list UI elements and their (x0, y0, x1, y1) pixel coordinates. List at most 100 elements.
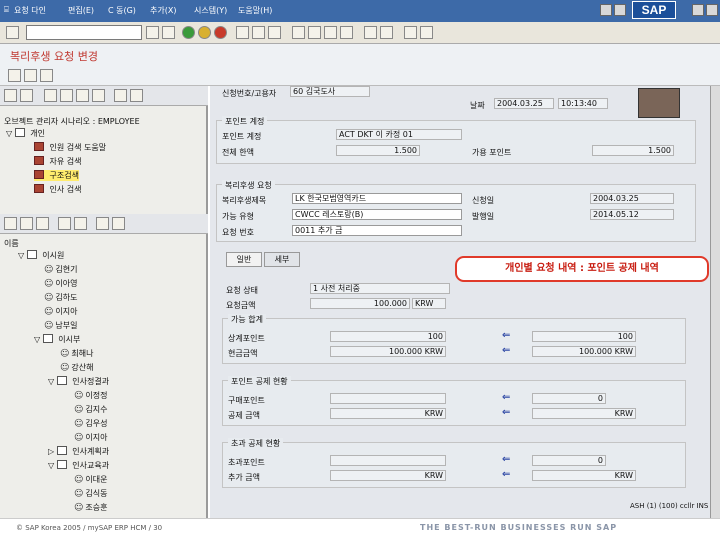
person-icon: ☺ (74, 433, 84, 443)
first-page-icon[interactable] (292, 26, 305, 39)
date-label: 날짜 (470, 101, 485, 110)
back-icon[interactable] (182, 26, 195, 39)
excess-box-title: 초과 공제 현황 (228, 438, 284, 449)
system-menu-icon[interactable]: ⌸ (4, 5, 9, 15)
person-row[interactable]: ☺ 이아영 (44, 278, 77, 289)
person-row[interactable]: ☺ 이지아 (44, 306, 77, 317)
command-field[interactable] (26, 25, 142, 40)
settings-icon[interactable] (114, 89, 127, 102)
benefit-title-field[interactable]: LK 한국모범영역카드 (292, 193, 462, 204)
print-icon[interactable] (236, 26, 249, 39)
edit-icon[interactable] (24, 69, 37, 82)
previous-page-icon[interactable] (308, 26, 321, 39)
expand-icon[interactable]: ▽ (6, 129, 12, 138)
expand-icon[interactable]: ▽ (48, 377, 54, 386)
person-icon: ☺ (74, 405, 84, 415)
tree-item[interactable]: 인사 검색 (34, 184, 82, 195)
document-icon (34, 184, 44, 193)
print-icon[interactable] (74, 217, 87, 230)
menu-item-extras[interactable]: 추가(X) (150, 5, 176, 16)
list-icon[interactable] (40, 69, 53, 82)
expand-icon[interactable]: ▽ (48, 461, 54, 470)
person-row[interactable]: ☺ 이지아 (74, 432, 107, 443)
org-unit[interactable]: ▽ 인사교육과 (48, 460, 109, 471)
expand-icon[interactable]: ▽ (34, 335, 40, 344)
expand-icon[interactable] (60, 89, 73, 102)
person-row[interactable]: ☺ 조승훈 (74, 502, 107, 513)
maximize-button[interactable] (614, 4, 626, 16)
points-account-field: ACT DKT 이 카정 01 (336, 129, 462, 140)
detail-icon[interactable] (4, 217, 17, 230)
shortcut-icon[interactable] (380, 26, 393, 39)
new-session-icon[interactable] (364, 26, 377, 39)
find-icon[interactable] (252, 26, 265, 39)
filter-icon[interactable] (44, 89, 57, 102)
restore-button[interactable] (692, 4, 704, 16)
menu-item-request[interactable]: 요청 다인 (14, 5, 46, 16)
arrow-right-icon[interactable] (20, 89, 33, 102)
person-row[interactable]: ☺ 이정정 (74, 390, 107, 401)
cash-amount-field-2: 100.000 KRW (532, 346, 636, 357)
arrow-left-icon[interactable] (4, 89, 17, 102)
deduction-amount-field: KRW (330, 408, 446, 419)
help-icon[interactable] (404, 26, 417, 39)
export-icon[interactable] (96, 217, 109, 230)
expand-icon[interactable]: ▷ (48, 447, 54, 456)
close-button[interactable] (706, 4, 718, 16)
person-row[interactable]: ☺ 김하도 (44, 292, 77, 303)
org-unit[interactable]: ▽ 이시부 (34, 334, 80, 345)
tree-item[interactable]: 인원 검색 도움말 (34, 142, 106, 153)
layout-icon[interactable] (112, 217, 125, 230)
select-icon[interactable] (92, 89, 105, 102)
transfer-arrow-icon: ⇐ (502, 345, 511, 356)
menu-item-system[interactable]: 시스템(Y) (194, 5, 227, 16)
expand-icon[interactable]: ▽ (18, 251, 24, 260)
filter-icon[interactable] (36, 217, 49, 230)
document-icon (34, 156, 44, 165)
find-next-icon[interactable] (268, 26, 281, 39)
folder-icon (14, 128, 25, 137)
vertical-scrollbar[interactable] (710, 86, 720, 518)
person-row[interactable]: ☺ 이대운 (74, 474, 107, 485)
person-row[interactable]: ☺ 김현기 (44, 264, 77, 275)
person-icon: ☺ (74, 489, 84, 499)
sum-icon[interactable] (58, 217, 71, 230)
tree-root[interactable]: ▽ 개인 (6, 128, 45, 139)
layout-menu-icon[interactable] (420, 26, 433, 39)
dropdown-icon[interactable] (146, 26, 159, 39)
save-icon[interactable] (162, 26, 175, 39)
benefit-title-label: 복리후생제목 (222, 196, 267, 205)
request-number-field[interactable]: 0011 추가 금 (292, 225, 462, 236)
person-row[interactable]: ☺ 남부일 (44, 320, 77, 331)
menu-item-edit[interactable]: 편집(E) (68, 5, 94, 16)
person-row[interactable]: ☺ 최해나 (60, 348, 93, 359)
tree-item[interactable]: 자유 검색 (34, 156, 82, 167)
person-icon: ☺ (44, 321, 54, 331)
org-root[interactable]: ▽ 이시원 (18, 250, 64, 261)
type-select[interactable]: CWCC 레스토랑(B) (292, 209, 462, 220)
person-row[interactable]: ☺ 김지수 (74, 404, 107, 415)
refresh-icon[interactable] (130, 89, 143, 102)
org-unit[interactable]: ▷ 인사계획과 (48, 446, 109, 457)
last-page-icon[interactable] (340, 26, 353, 39)
cancel-icon[interactable] (214, 26, 227, 39)
type-label: 가능 유형 (222, 212, 254, 221)
sort-icon[interactable] (20, 217, 33, 230)
minimize-button[interactable] (600, 4, 612, 16)
collapse-icon[interactable] (76, 89, 89, 102)
exit-icon[interactable] (198, 26, 211, 39)
menu-item-goto[interactable]: C 동(G) (108, 5, 136, 16)
enter-icon[interactable] (6, 26, 19, 39)
menu-item-help[interactable]: 도움말(H) (238, 5, 272, 16)
tree-item-selected[interactable]: 구조검색 (34, 170, 79, 181)
tab-general[interactable]: 일반 (226, 252, 262, 267)
deduction-box (222, 380, 686, 426)
org-unit[interactable]: ▽ 인사정결과 (48, 376, 109, 387)
tab-detail[interactable]: 세부 (264, 252, 300, 267)
person-row[interactable]: ☺ 김우성 (74, 418, 107, 429)
person-row[interactable]: ☺ 김식동 (74, 488, 107, 499)
person-row[interactable]: ☺ 강산해 (60, 362, 93, 373)
next-page-icon[interactable] (324, 26, 337, 39)
display-icon[interactable] (8, 69, 21, 82)
employee-label: 신청번호/고용자 (222, 89, 277, 98)
